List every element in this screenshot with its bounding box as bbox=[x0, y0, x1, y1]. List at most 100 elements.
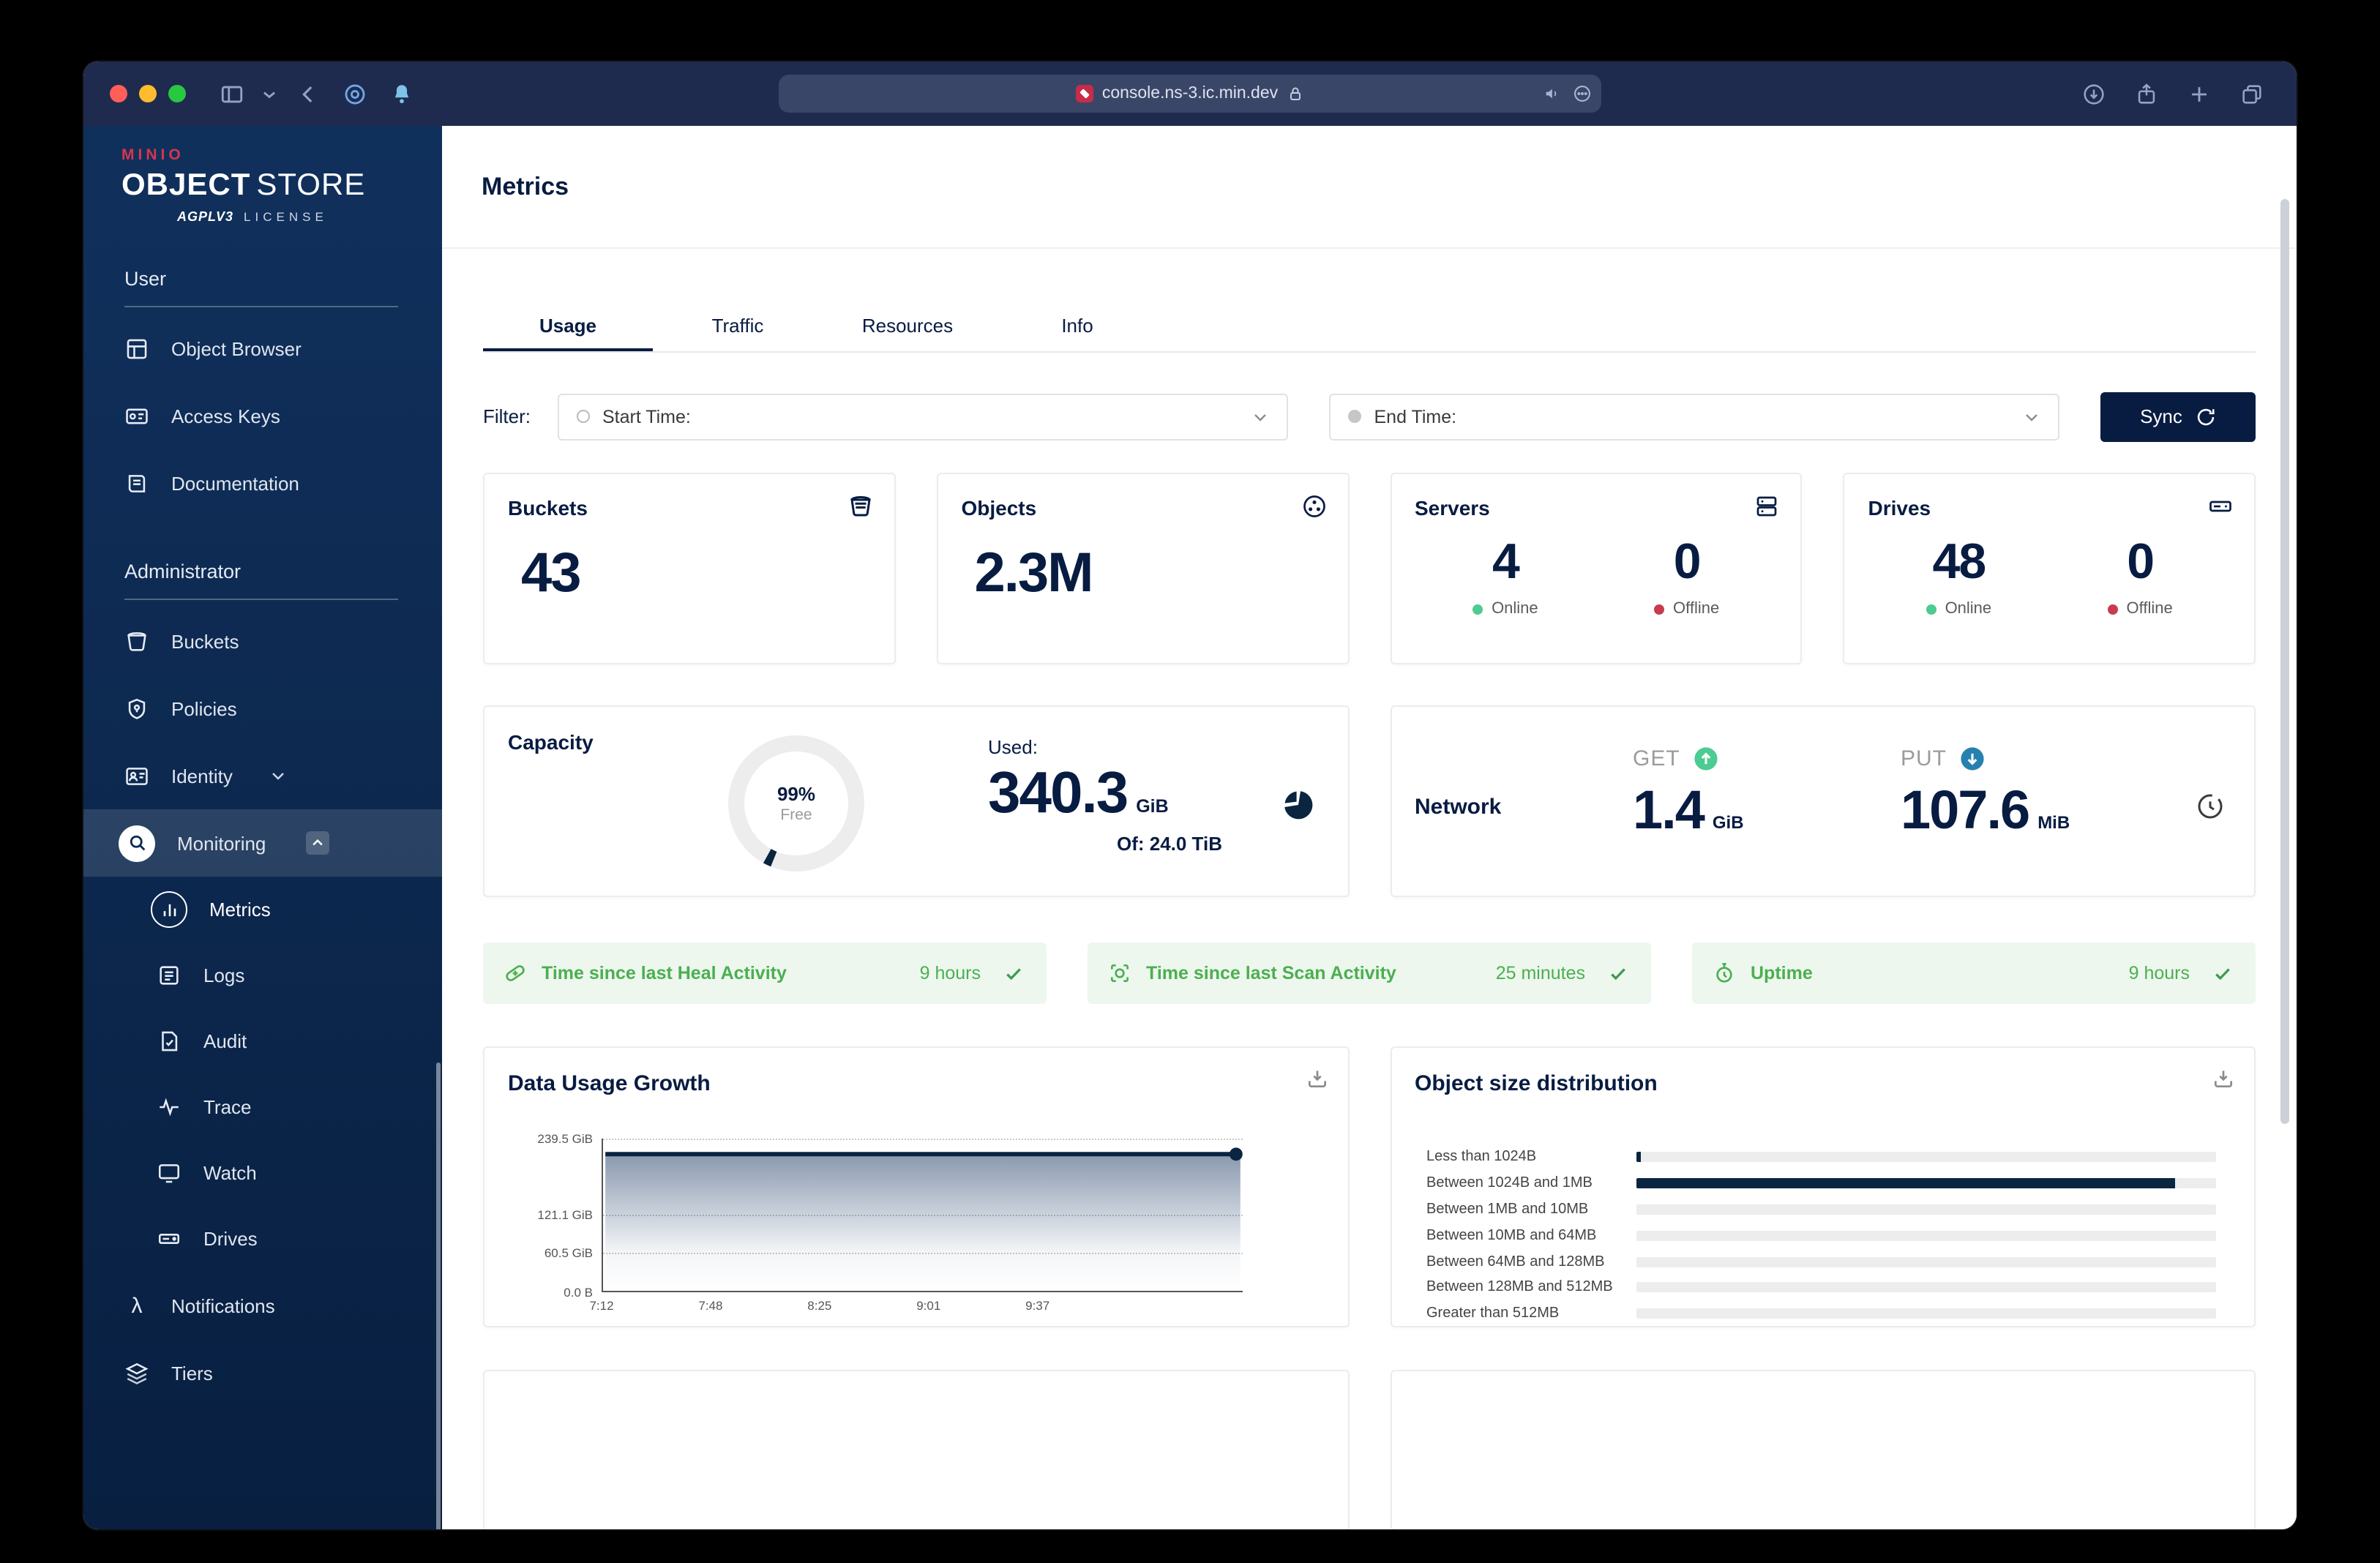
sidebar-toggle-icon[interactable] bbox=[212, 75, 250, 113]
drives-icon bbox=[2207, 493, 2234, 527]
chevron-up-icon[interactable] bbox=[305, 831, 329, 855]
content-scrollbar[interactable] bbox=[2280, 199, 2289, 1124]
app-title: OBJECT STORE bbox=[121, 168, 366, 202]
scan-activity-bar: Time since last Scan Activity 25 minutes bbox=[1088, 942, 1651, 1004]
heal-activity-bar: Time since last Heal Activity 9 hours bbox=[483, 942, 1047, 1004]
capacity-network-row: Capacity 99% Free Used: 340.3 GiB Of: 24… bbox=[483, 705, 2256, 897]
capacity-usage: Used: 340.3 GiB Of: 24.0 TiB bbox=[988, 736, 1222, 855]
page-settings-icon[interactable] bbox=[1572, 83, 1593, 104]
sidebar-item-documentation[interactable]: Documentation bbox=[83, 449, 442, 517]
page-header: Metrics bbox=[442, 126, 2297, 249]
y-tick-label: 0.0 B bbox=[564, 1285, 593, 1300]
metrics-page: Usage Traffic Resources Info Filter: Sta… bbox=[442, 249, 2297, 1529]
scan-activity-value: 25 minutes bbox=[1495, 963, 1585, 983]
size-bucket-track bbox=[1636, 1152, 2216, 1163]
y-tick-label: 239.5 GiB bbox=[537, 1131, 593, 1146]
policies-icon bbox=[124, 696, 149, 721]
browser-window: console.ns-3.ic.min.dev MINIO OBJECT STO… bbox=[83, 61, 2297, 1529]
clock-icon bbox=[1347, 410, 1361, 423]
close-window-button[interactable] bbox=[110, 85, 127, 102]
servers-icon bbox=[1754, 493, 1781, 527]
sync-button[interactable]: Sync bbox=[2100, 391, 2256, 441]
sidebar-item-tiers[interactable]: Tiers bbox=[83, 1339, 442, 1406]
pie-chart-icon bbox=[1280, 787, 1315, 830]
sidebar-item-notifications[interactable]: λ Notifications bbox=[83, 1272, 442, 1339]
sidebar-item-policies[interactable]: Policies bbox=[83, 675, 442, 742]
download-chart-button[interactable] bbox=[2212, 1067, 2235, 1095]
uptime-value: 9 hours bbox=[2128, 963, 2190, 983]
x-tick-label: 9:01 bbox=[916, 1298, 941, 1313]
sidebar-scrollbar[interactable] bbox=[436, 1062, 441, 1529]
network-card: Network GET 1.4 GiB PUT 107.6 MiB bbox=[1390, 705, 2256, 897]
sidebar-item-access-keys[interactable]: Access Keys bbox=[83, 382, 442, 449]
agpl-mark: AGPLV3 bbox=[177, 209, 234, 224]
x-axis-labels: 7:12 7:48 8:25 9:01 9:37 bbox=[589, 1298, 1243, 1316]
tab-overview-button[interactable] bbox=[2232, 75, 2270, 113]
size-distribution-bars: Less than 1024B Between 1024B and 1MB Betw… bbox=[1426, 1144, 2216, 1327]
online-dot bbox=[1472, 604, 1483, 614]
chevron-down-icon bbox=[2023, 408, 2040, 425]
minimize-window-button[interactable] bbox=[139, 85, 157, 102]
sidebar-item-logs[interactable]: Logs bbox=[83, 942, 442, 1008]
downloads-button[interactable] bbox=[2074, 75, 2112, 113]
new-tab-button[interactable] bbox=[2179, 75, 2218, 113]
sidebar-item-audit[interactable]: Audit bbox=[83, 1008, 442, 1074]
logs-icon bbox=[157, 963, 182, 988]
size-bucket-fill bbox=[1636, 1152, 1641, 1163]
end-time-select[interactable]: End Time: bbox=[1328, 393, 2059, 440]
sidebar-item-monitoring[interactable]: Monitoring bbox=[83, 809, 442, 877]
object-size-distribution-card: Object size distribution Less than 1024B… bbox=[1390, 1046, 2256, 1327]
objects-icon bbox=[1301, 493, 1327, 527]
tab-resources[interactable]: Resources bbox=[823, 301, 992, 351]
download-chart-button[interactable] bbox=[1305, 1067, 1328, 1095]
address-bar[interactable]: console.ns-3.ic.min.dev bbox=[779, 75, 1601, 113]
section-label-administrator: Administrator bbox=[124, 561, 242, 582]
back-button[interactable] bbox=[288, 75, 326, 113]
offline-dot bbox=[1654, 604, 1665, 614]
audit-icon bbox=[157, 1029, 182, 1054]
sidebar-item-drives[interactable]: Drives bbox=[83, 1206, 442, 1272]
drives-offline-count: 0 bbox=[2127, 534, 2155, 590]
capacity-donut: 99% Free bbox=[726, 733, 867, 874]
zoom-window-button[interactable] bbox=[168, 85, 186, 102]
put-value: 107.6 bbox=[1901, 780, 2030, 840]
uptime-bar: Uptime 9 hours bbox=[1692, 942, 2256, 1004]
size-bucket-row: Between 1024B and 1MB bbox=[1426, 1171, 2216, 1197]
size-bucket-label: Between 10MB and 64MB bbox=[1426, 1227, 1597, 1244]
sidebar-item-buckets[interactable]: Buckets bbox=[83, 607, 442, 675]
charts-row: Data Usage Growth 239.5 GiB 121.1 GiB 60.5… bbox=[483, 1046, 2256, 1327]
extension-icon-2[interactable] bbox=[382, 75, 420, 113]
tab-usage[interactable]: Usage bbox=[483, 301, 653, 351]
sidebar-item-watch[interactable]: Watch bbox=[83, 1140, 442, 1206]
uptime-icon bbox=[1713, 962, 1736, 985]
trace-icon bbox=[157, 1095, 182, 1120]
extension-icon-1[interactable] bbox=[335, 75, 373, 113]
tab-traffic[interactable]: Traffic bbox=[653, 301, 823, 351]
start-time-select[interactable]: Start Time: bbox=[557, 393, 1288, 440]
tab-info[interactable]: Info bbox=[992, 301, 1162, 351]
servers-card: Servers 4 Online 0 Offline bbox=[1390, 473, 1803, 664]
heal-icon bbox=[504, 962, 527, 985]
minio-brand: MINIO bbox=[121, 146, 184, 164]
tab-audio-icon[interactable] bbox=[1543, 83, 1563, 104]
sidebar-item-metrics[interactable]: Metrics bbox=[83, 877, 442, 942]
size-bucket-track bbox=[1636, 1256, 2216, 1267]
size-bucket-track bbox=[1636, 1230, 2216, 1241]
x-tick-label: 9:37 bbox=[1025, 1298, 1050, 1313]
share-button[interactable] bbox=[2127, 75, 2165, 113]
documentation-icon bbox=[124, 471, 149, 495]
chevron-down-icon[interactable] bbox=[259, 75, 280, 113]
lock-icon bbox=[1290, 87, 1301, 100]
drives-card: Drives 48 Online 0 Offline bbox=[1843, 473, 2256, 664]
partial-cards-row bbox=[483, 1370, 2256, 1529]
used-value: 340.3 bbox=[988, 761, 1129, 825]
get-up-arrow-icon bbox=[1694, 747, 1718, 771]
size-bucket-label: Between 1024B and 1MB bbox=[1426, 1175, 1593, 1192]
notifications-icon: λ bbox=[131, 1293, 143, 1318]
size-bucket-row: Between 64MB and 128MB bbox=[1426, 1248, 2216, 1275]
sidebar-item-identity[interactable]: Identity bbox=[83, 742, 442, 809]
sidebar-item-trace[interactable]: Trace bbox=[83, 1074, 442, 1140]
y-tick-label: 60.5 GiB bbox=[544, 1245, 593, 1261]
put-down-arrow-icon bbox=[1961, 747, 1984, 771]
sidebar-item-object-browser[interactable]: Object Browser bbox=[83, 315, 442, 382]
